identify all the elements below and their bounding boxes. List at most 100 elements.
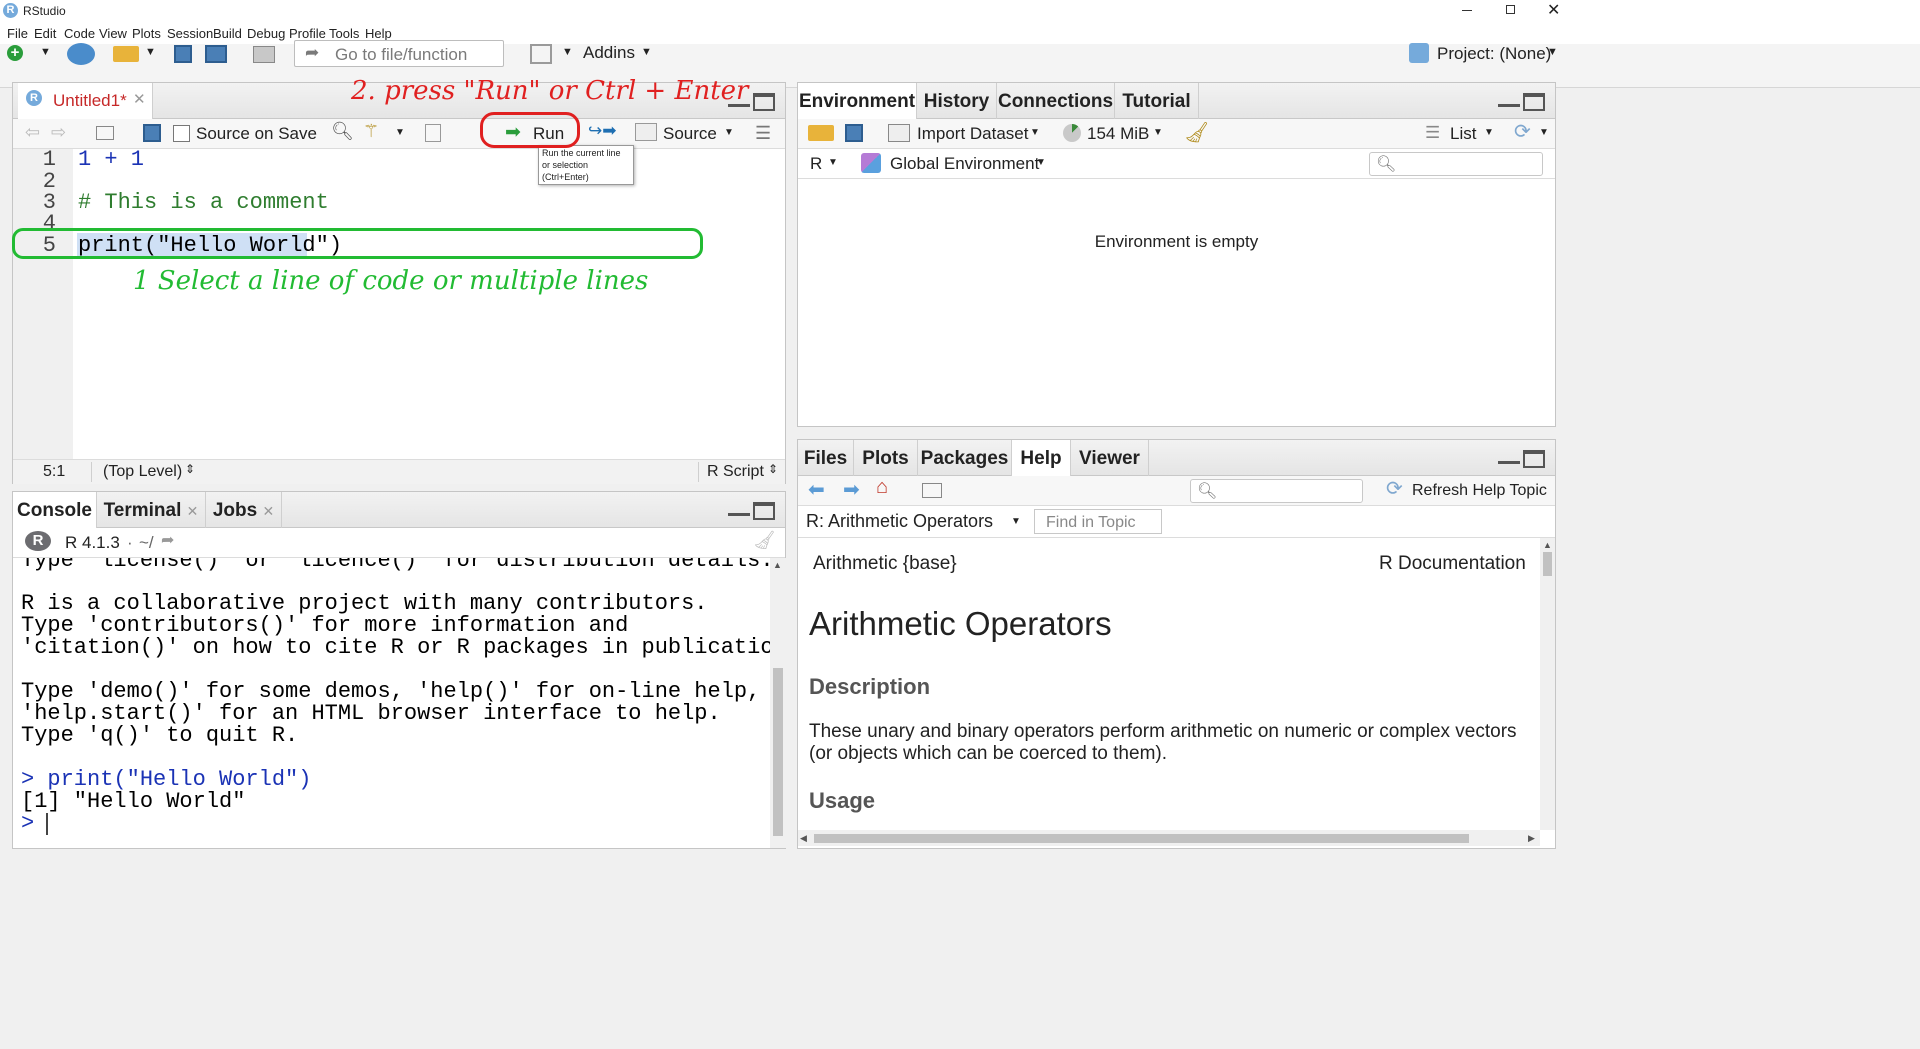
forward-icon[interactable]: ➡ [843,477,860,502]
minimize-pane-icon[interactable] [1498,454,1520,464]
chevron-down-icon[interactable]: ▼ [1036,157,1046,168]
find-in-topic-input[interactable]: Find in Topic [1034,509,1162,534]
language-selector[interactable]: R [810,154,822,174]
menu-edit[interactable]: Edit [34,26,56,41]
code-line-3[interactable]: # This is a comment [78,190,329,215]
maximize-pane-icon[interactable] [753,93,775,111]
tab-tutorial[interactable]: Tutorial [1115,83,1199,119]
scroll-thumb[interactable] [814,834,1469,843]
refresh-help-button[interactable]: Refresh Help Topic [1412,482,1547,500]
save-icon[interactable] [845,124,863,142]
close-tab-icon[interactable]: ✕ [262,503,274,519]
source-on-save-checkbox[interactable] [173,125,190,142]
chevron-down-icon[interactable]: ▼ [1547,46,1558,58]
chevron-down-icon[interactable]: ▼ [562,46,573,58]
forward-icon[interactable]: ⇨ [51,122,66,143]
home-icon[interactable]: ⌂ [876,476,888,499]
tab-history[interactable]: History [917,83,997,119]
help-vscrollbar[interactable]: ▲ [1540,538,1555,830]
outline-icon[interactable]: ☰ [755,123,771,144]
refresh-icon[interactable]: ⟳ [1514,119,1531,144]
menu-plots[interactable]: Plots [132,26,161,41]
console-prompt[interactable]: > [21,811,34,836]
menu-profile[interactable]: Profile [289,26,326,41]
load-workspace-icon[interactable] [808,125,834,141]
scroll-thumb[interactable] [773,668,783,836]
show-in-window-icon[interactable] [96,126,114,140]
menu-tools[interactable]: Tools [329,26,359,41]
chevron-down-icon[interactable]: ▼ [724,127,734,138]
rerun-icon[interactable]: ↪➡ [588,121,617,141]
scope-selector[interactable]: (Top Level) [103,463,182,481]
save-icon[interactable] [143,124,161,142]
source-button[interactable]: Source [663,124,717,144]
chevron-down-icon[interactable]: ▼ [1011,516,1021,527]
menu-code[interactable]: Code [64,26,95,41]
env-search-input[interactable]: 🔍︎ [1369,152,1543,176]
memory-usage[interactable]: 154 MiB [1087,124,1149,144]
help-topic-selector[interactable]: R: Arithmetic Operators [806,511,993,532]
close-tab-icon[interactable]: ✕ [187,503,199,519]
chevron-down-icon[interactable]: ▼ [1030,127,1040,138]
show-in-window-icon[interactable] [922,483,942,498]
tab-files[interactable]: Files [798,440,854,476]
scroll-left-icon[interactable]: ◀ [800,833,807,844]
tab-terminal[interactable]: Terminal ✕ [97,492,206,528]
menu-help[interactable]: Help [365,26,392,41]
console-scrollbar[interactable]: ▲ [770,558,786,848]
menu-file[interactable]: File [7,26,28,41]
restore-icon[interactable] [1506,5,1515,14]
close-tab-icon[interactable]: ✕ [133,90,146,108]
minimize-pane-icon[interactable] [1498,97,1520,107]
view-mode-menu[interactable]: List [1450,124,1476,144]
open-folder-icon[interactable] [113,46,139,62]
addins-menu[interactable]: Addins [583,43,635,63]
print-icon[interactable] [253,46,275,63]
tab-console[interactable]: Console [13,492,97,529]
scroll-up-icon[interactable]: ▲ [1543,540,1552,550]
tab-viewer[interactable]: Viewer [1071,440,1149,476]
new-project-icon[interactable] [67,43,95,65]
chevron-down-icon[interactable]: ▼ [1539,127,1549,138]
import-dataset-menu[interactable]: Import Dataset [917,124,1029,144]
scope-selector[interactable]: Global Environment [890,154,1039,174]
console-output[interactable]: Type 'license()' or 'licence()' for dist… [13,558,770,848]
save-icon[interactable] [174,45,192,63]
clear-console-icon[interactable]: 🧹︎ [753,530,776,551]
minimize-icon[interactable] [1462,10,1472,11]
search-icon[interactable]: 🔍︎ [331,121,354,142]
chevron-down-icon[interactable]: ▼ [1484,127,1494,138]
maximize-pane-icon[interactable] [1523,450,1545,468]
menu-build[interactable]: Build [213,26,242,41]
tab-connections[interactable]: Connections [997,83,1115,119]
file-type-selector[interactable]: R Script [707,463,764,481]
chevron-down-icon[interactable]: ▼ [145,46,156,58]
scroll-thumb[interactable] [1543,552,1552,576]
menu-debug[interactable]: Debug [247,26,285,41]
back-icon[interactable]: ⇦ [25,122,40,143]
chevron-down-icon[interactable]: ▼ [1153,127,1163,138]
save-all-icon[interactable] [205,45,227,63]
goto-file-input[interactable]: ➦ Go to file/function [294,40,504,67]
tab-help[interactable]: Help [1012,440,1071,477]
scroll-right-icon[interactable]: ▶ [1528,833,1535,844]
project-menu[interactable]: Project: (None) [1437,44,1551,64]
new-file-icon[interactable]: + [7,45,23,61]
maximize-pane-icon[interactable] [1523,93,1545,111]
chevron-down-icon[interactable]: ▼ [641,46,652,58]
help-document[interactable]: Arithmetic {base} R Documentation Arithm… [798,538,1540,830]
help-search-input[interactable]: 🔍︎ [1190,479,1363,503]
help-hscrollbar[interactable]: ◀ ▶ [798,830,1540,846]
maximize-pane-icon[interactable] [753,502,775,520]
scroll-up-icon[interactable]: ▲ [773,560,782,570]
compile-report-icon[interactable] [425,124,441,142]
minimize-pane-icon[interactable] [728,506,750,516]
broom-icon[interactable]: 🧹︎ [1184,120,1209,145]
back-icon[interactable]: ⬅ [808,477,825,502]
tab-jobs[interactable]: Jobs ✕ [206,492,282,528]
menu-session[interactable]: Session [167,26,213,41]
tab-untitled1[interactable]: R Untitled1* ✕ [18,83,153,120]
workspace-panes-icon[interactable] [530,44,552,64]
tab-environment[interactable]: Environment [798,83,917,120]
menu-view[interactable]: View [99,26,127,41]
